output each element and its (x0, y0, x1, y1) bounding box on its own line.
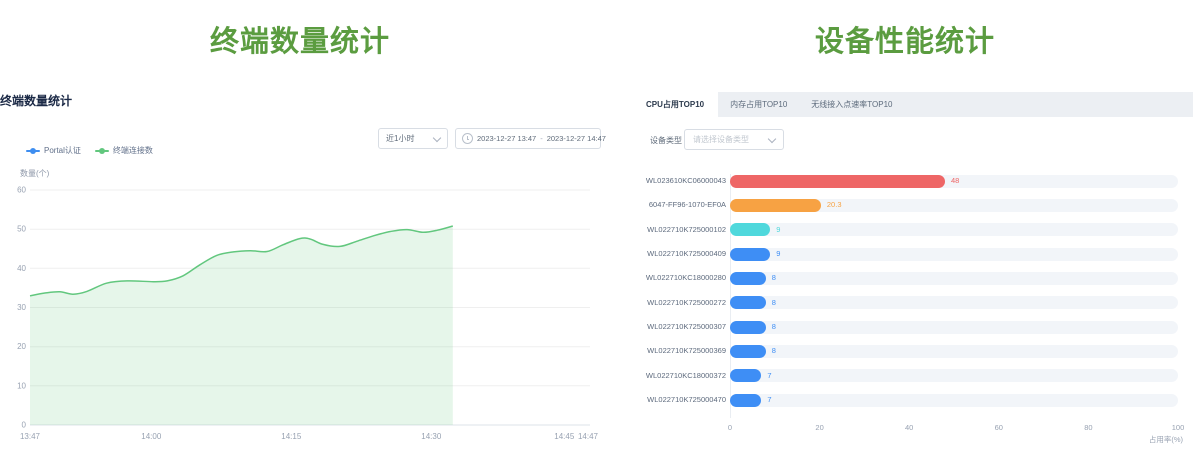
legend-label: 终端连接数 (113, 145, 153, 156)
y-tick-label: 20 (17, 342, 26, 351)
chevron-down-icon (433, 133, 441, 141)
bar-value: 8 (772, 322, 776, 332)
x-tick-label: 13:47 (20, 432, 41, 441)
bar-category-label: WL022710KC18000280 (632, 273, 726, 283)
bar-track (730, 272, 1178, 285)
bar-value: 9 (776, 249, 780, 259)
x-axis-tick-label: 40 (894, 423, 924, 432)
x-tick-label: 14:15 (281, 432, 302, 441)
bar-category-label: 6047-FF96-1070-EF0A (632, 200, 726, 210)
chevron-down-icon (768, 134, 776, 142)
legend-item-terminal-connections[interactable]: 终端连接数 (95, 145, 153, 156)
x-axis-tick-label: 60 (984, 423, 1014, 432)
performance-tab-bar: CPU占用TOP10内存占用TOP10无线接入点速率TOP10 (632, 92, 1193, 117)
tab-1[interactable]: 内存占用TOP10 (718, 92, 799, 117)
device-type-placeholder: 请选择设备类型 (693, 134, 749, 145)
bar-value: 8 (772, 273, 776, 283)
bar-track (730, 223, 1178, 236)
y-tick-label: 10 (17, 381, 26, 390)
bar-value: 9 (776, 225, 780, 235)
bar-category-label: WL023610KC06000043 (632, 176, 726, 186)
y-axis-line (730, 174, 731, 418)
left-section-heading: 终端数量统计 (0, 18, 600, 60)
y-tick-label: 40 (17, 264, 26, 273)
device-type-select[interactable]: 请选择设备类型 (684, 129, 784, 150)
bar-category-label: WL022710K725000369 (632, 346, 726, 356)
bar-fill (730, 296, 766, 309)
bar-fill (730, 175, 945, 188)
y-tick-label: 0 (22, 421, 27, 430)
bar-track (730, 248, 1178, 261)
bar-fill (730, 321, 766, 334)
legend-label: Portal认证 (44, 145, 81, 156)
bar-value: 20.3 (827, 200, 842, 210)
legend-item-portal[interactable]: Portal认证 (26, 145, 81, 156)
x-axis-tick-label: 100 (1163, 423, 1193, 432)
legend-marker-icon (26, 150, 40, 152)
bar-fill (730, 223, 770, 236)
bar-category-label: WL022710KC18000372 (632, 371, 726, 381)
bar-category-label: WL022710K725000272 (632, 298, 726, 308)
terminal-count-panel-title: 终端数量统计 (0, 92, 72, 109)
date-range-picker[interactable]: 2023-12-27 13:47 - 2023-12-27 14:47 (455, 128, 601, 149)
bar-track (730, 296, 1178, 309)
date-start: 2023-12-27 13:47 (477, 134, 536, 143)
time-range-value: 近1小时 (386, 133, 414, 144)
bar-value: 8 (772, 346, 776, 356)
bar-track (730, 394, 1178, 407)
cpu-top10-bar-chart[interactable]: WL023610KC06000043 48 6047-FF96-1070-EF0A 2… (632, 162, 1193, 456)
x-tick-label: 14:47 (578, 432, 599, 441)
bar-value: 8 (772, 298, 776, 308)
time-range-select[interactable]: 近1小时 (378, 128, 448, 149)
bar-track (730, 345, 1178, 358)
y-tick-label: 50 (17, 225, 26, 234)
x-tick-label: 14:45 (554, 432, 575, 441)
bar-value: 48 (951, 176, 959, 186)
bar-category-label: WL022710K725000307 (632, 322, 726, 332)
bar-category-label: WL022710K725000102 (632, 225, 726, 235)
bar-category-label: WL022710K725000470 (632, 395, 726, 405)
x-tick-label: 14:00 (141, 432, 162, 441)
device-type-label: 设备类型 (650, 135, 682, 146)
y-tick-label: 60 (17, 186, 26, 195)
line-chart-legend: Portal认证 终端连接数 (26, 145, 153, 156)
date-separator: - (540, 134, 543, 143)
bar-fill (730, 345, 766, 358)
bar-fill (730, 199, 821, 212)
bar-fill (730, 248, 770, 261)
area-fill (30, 226, 453, 425)
bar-value: 7 (767, 395, 771, 405)
dashboard-page: 终端数量统计 设备性能统计 终端数量统计 近1小时 2023-12-27 13:… (0, 0, 1200, 456)
bar-fill (730, 394, 761, 407)
tab-2[interactable]: 无线接入点速率TOP10 (799, 92, 904, 117)
bar-track (730, 369, 1178, 382)
clock-icon (462, 133, 473, 144)
x-axis-tick-label: 80 (1073, 423, 1103, 432)
tab-0[interactable]: CPU占用TOP10 (632, 92, 718, 117)
date-end: 2023-12-27 14:47 (547, 134, 606, 143)
legend-marker-icon (95, 150, 109, 152)
bar-fill (730, 369, 761, 382)
line-chart-svg: 0 10 20 30 40 50 60 13:47 14:00 14:15 14:30 14:4514… (0, 165, 610, 456)
bar-track (730, 321, 1178, 334)
x-axis-tick-label: 0 (715, 423, 745, 432)
bar-category-label: WL022710K725000409 (632, 249, 726, 259)
bar-value: 7 (767, 371, 771, 381)
terminal-count-line-chart[interactable]: 0 10 20 30 40 50 60 13:47 14:00 14:15 14:30 14:4514… (0, 165, 610, 456)
y-tick-label: 30 (17, 303, 26, 312)
right-section-heading: 设备性能统计 (612, 18, 1198, 60)
bar-fill (730, 272, 766, 285)
x-axis-name: 占用率(%) (730, 434, 1183, 445)
x-tick-label: 14:30 (421, 432, 442, 441)
x-axis-tick-label: 20 (805, 423, 835, 432)
